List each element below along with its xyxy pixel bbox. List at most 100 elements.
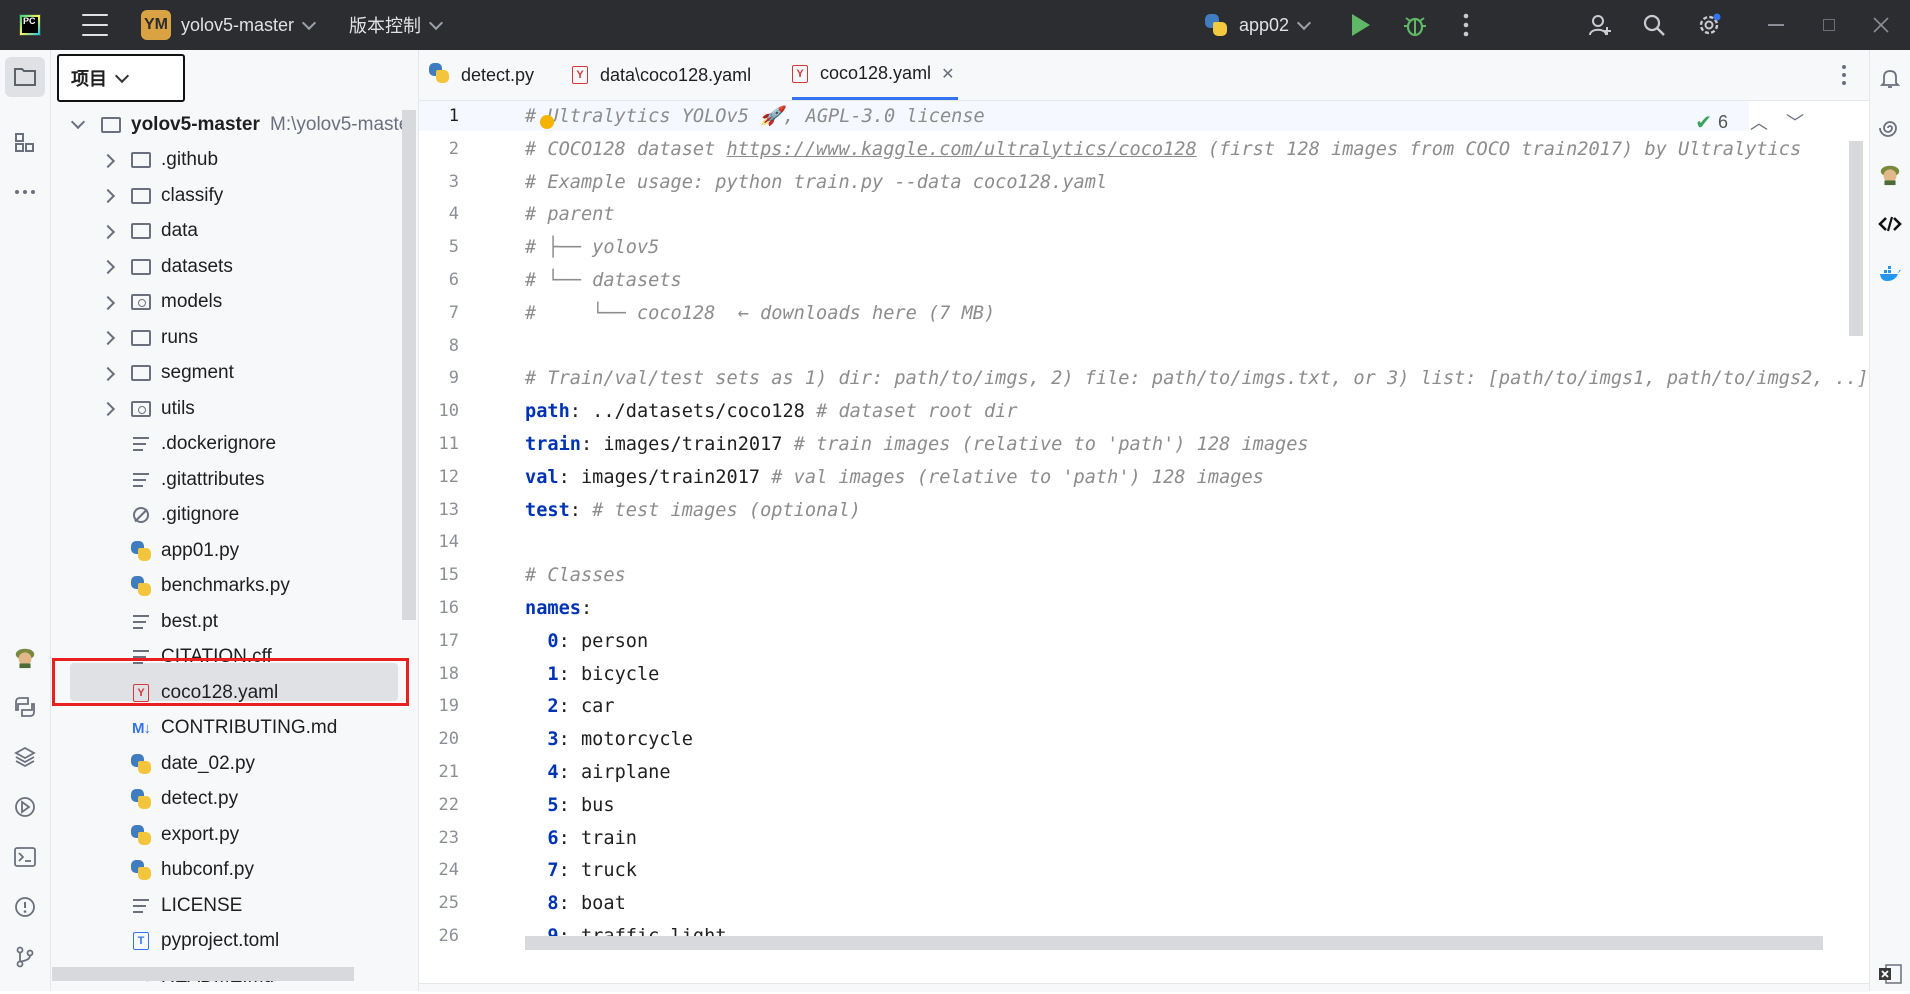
inspection-widget[interactable]: ✔ 6 ︿ ﹀ [1695,109,1804,135]
tree-root-yolov5-master[interactable]: yolov5-master M:\yolov5-maste [51,107,418,142]
close-window-button[interactable] [1873,0,1889,50]
code-line[interactable]: # Ultralytics YOLOv5 🚀, AGPL-3.0 license [525,102,985,132]
code-line[interactable]: 6: train [525,824,637,854]
expand-arrow-icon[interactable] [100,295,116,310]
pycharm-logo-icon[interactable]: PC [19,0,41,50]
restore-button[interactable] [1823,0,1835,50]
code-line[interactable]: 5: bus [525,791,614,821]
main-menu-button[interactable] [82,0,108,50]
tree-item-detect-py[interactable]: detect.py [51,782,418,817]
python-packages-button[interactable] [13,745,37,769]
tree-item-contributing-md[interactable]: M↓ CONTRIBUTING.md [51,711,418,746]
plugin-avatar-button[interactable] [13,645,37,669]
editor-vertical-scrollbar[interactable] [1849,141,1863,336]
code-editor[interactable]: 1 2 3 4 5 6 7 8 9 10 11 12 13 14 15 16 17 18 19 20 21 22 23 24 2… [419,101,1869,983]
tree-item-models[interactable]: models [51,285,418,320]
settings-button[interactable] [1696,0,1722,50]
services-button[interactable] [13,795,37,819]
tree-item-utils[interactable]: utils [51,391,418,426]
tree-item-datasets[interactable]: datasets [51,249,418,284]
tab-options-button[interactable] [1841,64,1847,86]
tree-item-license[interactable]: LICENSE [51,888,418,923]
code-line[interactable]: # ├── yolov5 [525,233,659,263]
next-highlight-icon[interactable]: ﹀ [1786,109,1804,135]
tree-item-benchmarks-py[interactable]: benchmarks.py [51,569,418,604]
editor-horizontal-scrollbar[interactable] [525,936,1823,950]
tree-item-segment[interactable]: segment [51,356,418,391]
tree-item-classify[interactable]: classify [51,178,418,213]
terminal-button[interactable] [13,845,37,869]
code-line[interactable]: 3: motorcycle [525,725,693,755]
tree-item-hubconf-py[interactable]: hubconf.py [51,853,418,888]
more-actions-button[interactable] [1463,0,1469,50]
tab-coco128-yaml[interactable]: Y coco128.yaml ✕ [792,50,959,100]
run-button[interactable] [1352,0,1370,50]
tree-item-gitignore[interactable]: .gitignore [51,498,418,533]
vcs-menu[interactable]: 版本控制 [349,0,444,50]
code-line[interactable]: # Train/val/test sets as 1) dir: path/to… [525,364,1868,394]
tree-item-gitattributes[interactable]: .gitattributes [51,462,418,497]
code-line[interactable]: test: # test images (optional) [525,496,861,526]
expand-arrow-icon[interactable] [100,366,116,381]
tree-item-data[interactable]: data [51,214,418,249]
code-line[interactable]: # Example usage: python train.py --data … [525,168,1107,198]
intention-bulb-icon[interactable] [540,115,554,129]
code-line[interactable]: path: ../datasets/coco128 # dataset root… [525,397,1018,427]
code-line[interactable]: val: images/train2017 # val images (rela… [525,463,1264,493]
code-line[interactable]: names: [525,594,592,624]
expand-arrow-icon[interactable] [100,188,116,204]
code-line[interactable]: 0: person [525,627,648,657]
code-line[interactable]: train: images/train2017 # train images (… [525,430,1309,460]
project-vertical-scrollbar[interactable] [402,110,416,620]
code-line[interactable]: # COCO128 dataset https://www.kaggle.com… [525,135,1801,165]
excel-plugin-button[interactable] [1878,962,1902,986]
code-line[interactable]: # parent [525,200,615,230]
code-line[interactable]: 4: airplane [525,758,670,788]
tree-item-citation-cff[interactable]: CITATION.cff [51,640,418,675]
more-tools-button[interactable] [13,180,37,204]
close-tab-icon[interactable]: ✕ [941,64,954,84]
code-line[interactable]: # └── coco128 ← downloads here (7 MB) [525,299,995,329]
structure-tool-button[interactable] [13,131,37,155]
tab-data-coco128-yaml[interactable]: Y data\coco128.yaml [572,50,751,100]
code-line[interactable]: 1: bicycle [525,660,659,690]
code-with-me-button[interactable] [1588,0,1612,50]
tree-item-date-02-py[interactable]: date_02.py [51,746,418,781]
minimize-button[interactable] [1768,0,1784,50]
notifications-button[interactable] [1878,66,1902,90]
tree-item-app01-py[interactable]: app01.py [51,533,418,568]
git-button[interactable] [13,945,37,969]
tree-item-export-py[interactable]: export.py [51,817,418,852]
previous-highlight-icon[interactable]: ︿ [1750,109,1768,135]
problems-button[interactable] [13,895,37,919]
code-line[interactable]: 8: boat [525,889,625,919]
python-console-button[interactable] [13,695,37,719]
expand-arrow-icon[interactable] [100,330,116,346]
tree-item-coco128-yaml[interactable]: Ycoco128.yaml [51,675,418,710]
code-line[interactable]: # └── datasets [525,266,682,296]
project-view-selector[interactable]: 项目 [57,54,185,102]
expand-arrow-icon[interactable] [100,259,116,275]
project-horizontal-scrollbar[interactable] [52,967,354,981]
code-line[interactable]: 7: truck [525,856,637,886]
docker-button[interactable] [1878,262,1902,286]
debug-button[interactable] [1402,0,1428,50]
tree-item-runs[interactable]: runs [51,320,418,355]
tree-item-best-pt[interactable]: best.pt [51,604,418,639]
plugin-mascot-button[interactable] [1878,162,1902,186]
expand-arrow-icon[interactable] [100,224,116,239]
run-config-selector[interactable]: app02 [1205,0,1312,50]
project-tool-button[interactable] [13,65,37,89]
tree-item-github[interactable]: .github [51,143,418,178]
expand-arrow-icon[interactable] [100,401,116,417]
ai-assistant-button[interactable] [1878,116,1902,140]
project-switcher[interactable]: YM yolov5-master [141,0,317,50]
expand-arrow-icon[interactable] [100,153,116,168]
code-tool-button[interactable] [1878,212,1902,236]
tree-item-dockerignore[interactable]: .dockerignore [51,427,418,462]
search-button[interactable] [1642,0,1666,50]
tree-item-pyproject-toml[interactable]: Tpyproject.toml [51,924,418,959]
code-line[interactable]: # Classes [525,561,626,591]
code-line[interactable]: 2: car [525,692,614,722]
expand-arrow-icon[interactable] [70,114,86,130]
